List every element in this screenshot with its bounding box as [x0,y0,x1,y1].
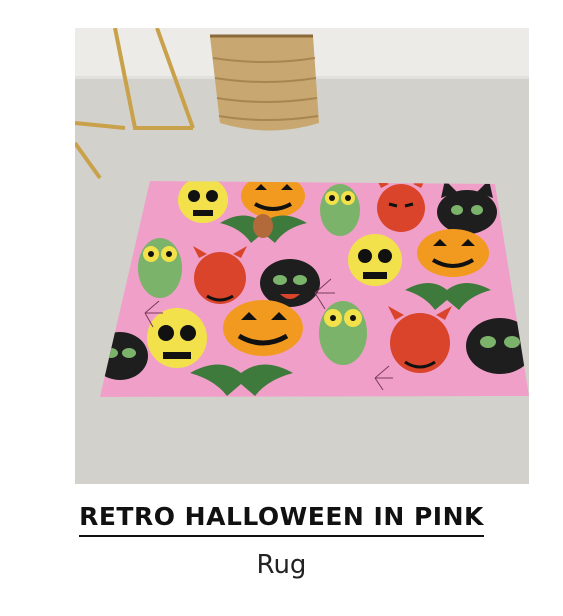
skull-motif [178,181,228,223]
product-title-link[interactable]: RETRO HALLOWEEN IN PINK [79,500,484,537]
owl-motif [320,184,360,236]
devil-motif [388,306,452,373]
pumpkin-motif [223,300,303,356]
pumpkin-motif [417,229,489,277]
product-image[interactable] [75,28,529,484]
cat-motif [260,259,320,307]
skull-motif [348,234,402,286]
devil-motif [193,246,247,304]
product-title[interactable]: RETRO HALLOWEEN IN PINK [0,500,563,537]
product-type: Rug [256,550,307,580]
owl-motif [138,238,182,298]
skull-motif [147,308,207,368]
product-card[interactable]: RETRO HALLOWEEN IN PINK Rug [0,0,563,616]
rug-print [100,181,529,397]
owl-motif [319,301,367,365]
wicker-basket [210,34,319,131]
devil-motif [375,181,427,232]
